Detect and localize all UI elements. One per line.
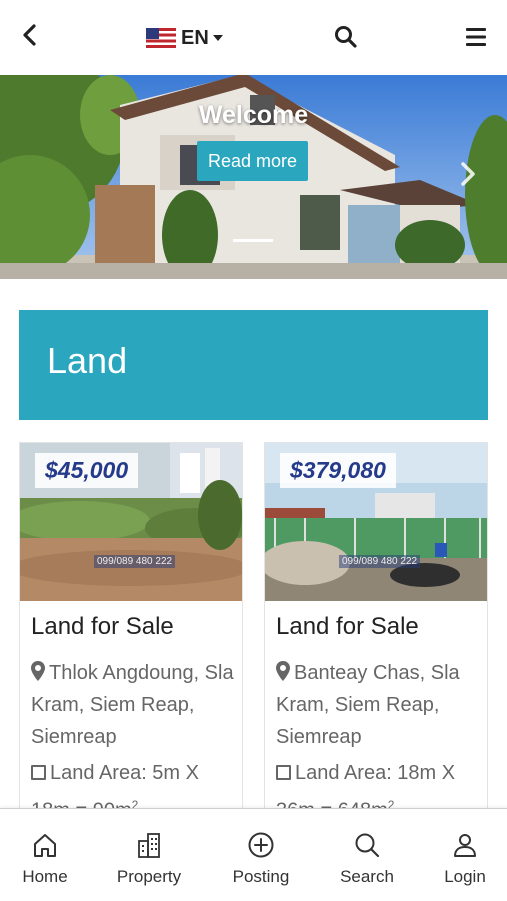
map-pin-icon: [276, 661, 290, 681]
square-icon: [31, 765, 46, 780]
nav-item-posting[interactable]: Posting: [216, 809, 306, 901]
listing-card[interactable]: $45,000 099/089 480 222 Land for Sale Th…: [19, 442, 243, 824]
hero-title: Welcome: [198, 101, 309, 129]
nav-item-property[interactable]: Property: [104, 809, 194, 901]
caret-down-icon: [212, 35, 223, 41]
listing-image: $45,000 099/089 480 222: [20, 443, 242, 601]
image-watermark: 099/089 480 222: [339, 555, 421, 568]
listing-title: Land for Sale: [31, 613, 174, 640]
user-icon: [454, 834, 476, 857]
listing-location: Banteay Chas, Sla Kram, Siem Reap, Siemr…: [276, 657, 481, 753]
slider-next-button[interactable]: [456, 159, 480, 189]
nav-label-home: Home: [22, 867, 68, 886]
chevron-right-icon: [461, 162, 475, 186]
nav-label-search: Search: [340, 867, 394, 886]
listing-image: $379,080 099/089 480 222: [265, 443, 487, 601]
nav-item-search[interactable]: Search: [322, 809, 412, 901]
hero-slider[interactable]: Welcome Read more: [0, 75, 507, 279]
listing-location-text: Thlok Angdoung, Sla Kram, Siem Reap, Sie…: [31, 662, 234, 748]
section-banner: Land: [19, 310, 488, 420]
read-more-button[interactable]: Read more: [197, 141, 308, 181]
slider-indicator[interactable]: [233, 239, 273, 242]
header-search-button[interactable]: [333, 24, 359, 50]
hamburger-menu-icon: [466, 28, 486, 46]
listing-location: Thlok Angdoung, Sla Kram, Siem Reap, Sie…: [31, 657, 236, 753]
listing-card[interactable]: $379,080 099/089 480 222 Land for Sale B…: [264, 442, 488, 824]
home-icon: [34, 834, 56, 857]
top-header: EN: [0, 0, 507, 75]
language-selector[interactable]: EN: [146, 24, 223, 52]
nav-label-posting: Posting: [232, 867, 290, 886]
section-title: Land: [47, 340, 128, 381]
language-label: EN: [181, 26, 209, 49]
nav-item-login[interactable]: Login: [420, 809, 507, 901]
image-watermark: 099/089 480 222: [94, 555, 176, 568]
listing-location-text: Banteay Chas, Sla Kram, Siem Reap, Siemr…: [276, 662, 460, 748]
back-button[interactable]: [16, 22, 44, 50]
nav-item-home[interactable]: Home: [0, 809, 90, 901]
us-flag-icon: [146, 28, 176, 48]
map-pin-icon: [31, 661, 45, 681]
nav-label-property: Property: [116, 867, 182, 886]
nav-label-login: Login: [444, 867, 486, 886]
bottom-navigation: Home Property Posting Search Login: [0, 808, 507, 901]
plus-circle-icon: [248, 832, 274, 858]
listing-price: $45,000: [35, 453, 139, 488]
menu-button[interactable]: [465, 26, 487, 48]
building-icon: [138, 833, 160, 858]
listing-title: Land for Sale: [276, 613, 419, 640]
listing-price: $379,080: [280, 453, 396, 488]
search-icon: [355, 833, 380, 858]
search-icon: [335, 26, 357, 48]
square-icon: [276, 765, 291, 780]
chevron-left-icon: [23, 24, 36, 46]
